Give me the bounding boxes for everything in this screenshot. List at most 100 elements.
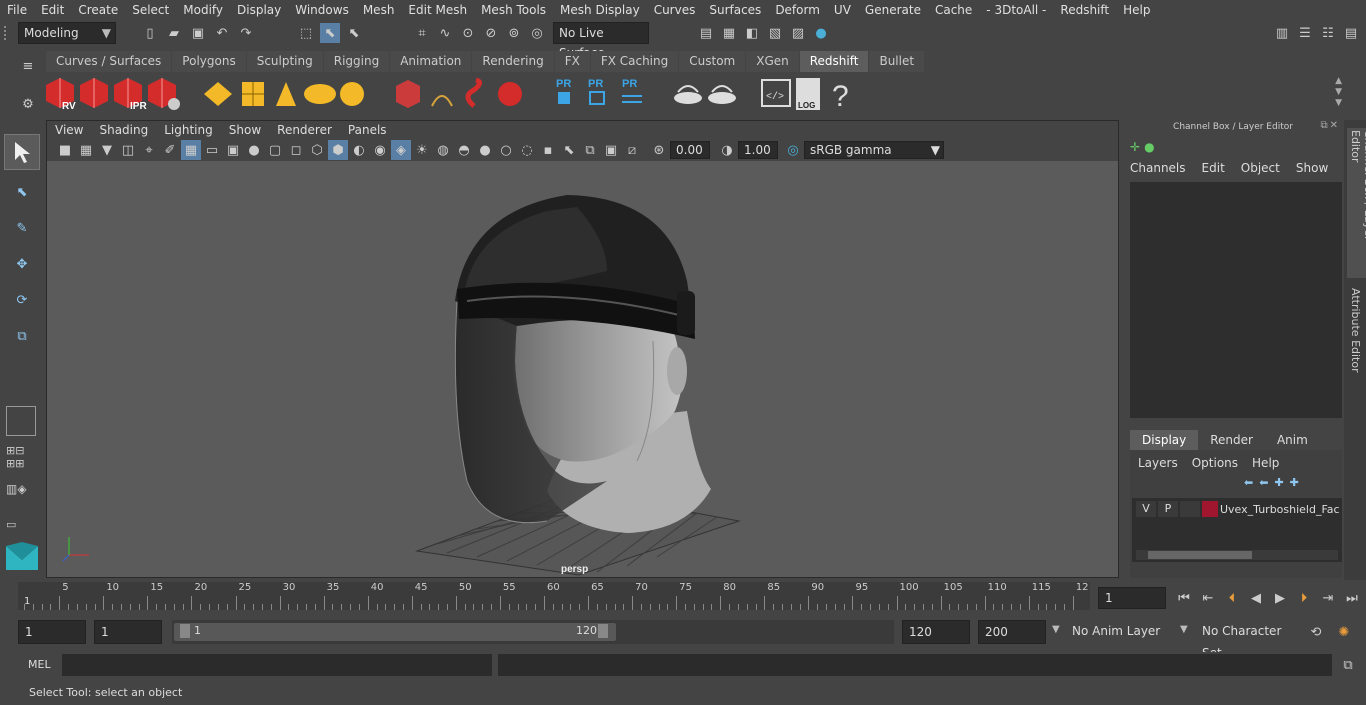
scene-end-field[interactable]: 200: [978, 620, 1046, 644]
select-object-icon[interactable]: ⬉: [320, 23, 340, 43]
menu-edit-mesh[interactable]: Edit Mesh: [401, 3, 474, 17]
snap-surface-icon[interactable]: ⊚: [504, 23, 524, 43]
chevron-down-icon[interactable]: ▼: [1052, 624, 1060, 635]
camera-select-icon[interactable]: ■: [55, 140, 75, 160]
range-handle-right[interactable]: [598, 624, 608, 638]
grid-toggle-icon[interactable]: ▦: [181, 140, 201, 160]
layer-display-type[interactable]: [1180, 501, 1200, 517]
safe-action-icon[interactable]: ▢: [265, 140, 285, 160]
tool-settings-icon[interactable]: ☷: [1318, 23, 1338, 43]
channels-list[interactable]: [1130, 182, 1342, 418]
redo-icon[interactable]: ↷: [236, 23, 256, 43]
new-layer-icon[interactable]: ✚: [1274, 476, 1283, 489]
menu-mesh[interactable]: Mesh: [356, 3, 402, 17]
wireframe-on-shaded-icon[interactable]: ◐: [349, 140, 369, 160]
color-management-icon[interactable]: ◎: [783, 140, 803, 160]
bookmark-icon[interactable]: ▼: [97, 140, 117, 160]
smooth-shade-icon[interactable]: ⬢: [328, 140, 348, 160]
viewport-menu-panels[interactable]: Panels: [340, 123, 395, 137]
paint-select-icon[interactable]: ✎: [10, 216, 34, 240]
anim-layer-dropdown[interactable]: No Anim Layer: [1066, 620, 1170, 644]
menu-create[interactable]: Create: [71, 3, 125, 17]
hypershade-icon[interactable]: ●: [811, 23, 831, 43]
step-back-frame-icon[interactable]: ⏴: [1222, 588, 1242, 608]
rotate-tool-icon[interactable]: ⟳: [10, 288, 34, 312]
snap-live-icon[interactable]: ◎: [527, 23, 547, 43]
chevron-down-icon[interactable]: ▼: [1180, 624, 1188, 635]
viewport-menu-renderer[interactable]: Renderer: [269, 123, 340, 137]
script-editor-icon[interactable]: ⧉: [1338, 655, 1358, 675]
gear-icon[interactable]: ⚙: [18, 94, 38, 114]
channelbox-menu-show[interactable]: Show: [1296, 161, 1328, 175]
close-icon[interactable]: ✕: [1330, 120, 1338, 131]
shelf-tab-custom[interactable]: Custom: [679, 51, 746, 72]
render-settings-icon[interactable]: ▤: [696, 23, 716, 43]
textured-icon[interactable]: ◉: [370, 140, 390, 160]
exposure-icon[interactable]: ⊛: [649, 140, 669, 160]
play-forward-icon[interactable]: ▶: [1270, 588, 1290, 608]
go-to-end-icon[interactable]: ⏭: [1342, 588, 1362, 608]
float-icon[interactable]: ⧉: [1320, 120, 1327, 131]
menu-help[interactable]: Help: [1116, 3, 1157, 17]
scene-start-field[interactable]: 1: [18, 620, 86, 644]
layer-playback-toggle[interactable]: P: [1158, 501, 1178, 517]
shelf-tab-polygons[interactable]: Polygons: [172, 51, 246, 72]
layer-menu-options[interactable]: Options: [1192, 456, 1238, 470]
two-sided-lighting-icon[interactable]: ⧄: [622, 140, 642, 160]
snap-curve-icon[interactable]: ∿: [435, 23, 455, 43]
proxy-icons[interactable]: PR PR PR: [550, 76, 660, 112]
script-language-label[interactable]: MEL: [28, 658, 51, 671]
select-tool-icon[interactable]: [4, 134, 40, 170]
open-scene-icon[interactable]: ▰: [164, 23, 184, 43]
snap-grid-icon[interactable]: ⌗: [412, 23, 432, 43]
grease-pencil-icon[interactable]: ✐: [160, 140, 180, 160]
redshift-render-icons[interactable]: RV IPR: [44, 76, 184, 114]
step-back-key-icon[interactable]: ⇤: [1198, 588, 1218, 608]
ambient-occlusion-icon[interactable]: ◍: [433, 140, 453, 160]
time-slider[interactable]: 1 5 10 15 20 25 30 35 40 45 50 55 60 65 70 75 80 85 90 95 1…: [18, 582, 1090, 610]
axis-icon[interactable]: ✛: [1130, 140, 1140, 154]
menu-edit[interactable]: Edit: [34, 3, 71, 17]
safe-title-icon[interactable]: ◻: [286, 140, 306, 160]
snap-point-icon[interactable]: ⊙: [458, 23, 478, 43]
shelf-scroll-arrows[interactable]: ▲ ▼ ▼: [1335, 76, 1342, 109]
frame-all-icon[interactable]: ⧉: [580, 140, 600, 160]
image-plane-icon[interactable]: ◫: [118, 140, 138, 160]
field-chart-icon[interactable]: ●: [244, 140, 264, 160]
four-pane-layout-icon[interactable]: ⊞⊟ ⊞⊞: [6, 444, 36, 472]
wireframe-icon[interactable]: ⬡: [307, 140, 327, 160]
viewport-menu-show[interactable]: Show: [221, 123, 269, 137]
attribute-editor-side-tab[interactable]: Attribute Editor: [1347, 286, 1364, 376]
exposure-field[interactable]: 0.00: [670, 141, 710, 159]
new-layer-selected-icon[interactable]: ✚: [1290, 476, 1299, 489]
menu-display[interactable]: Display: [230, 3, 288, 17]
channel-box-side-tab[interactable]: Channel Box / Layer Editor: [1347, 128, 1366, 278]
attribute-editor-icon[interactable]: ☰: [1295, 23, 1315, 43]
shelf-tab-fx[interactable]: FX: [554, 51, 590, 72]
colorspace-dropdown[interactable]: sRGB gamma ▼: [804, 141, 944, 159]
menu-generate[interactable]: Generate: [858, 3, 928, 17]
layer-visibility-toggle[interactable]: V: [1136, 501, 1156, 517]
auto-key-icon[interactable]: ⟲: [1306, 622, 1326, 642]
live-surface-field[interactable]: No Live Surface: [553, 22, 649, 60]
outliner-layout-icon[interactable]: ▭: [6, 518, 36, 532]
menu-deform[interactable]: Deform: [768, 3, 827, 17]
two-pane-layout-icon[interactable]: ▥◈: [6, 482, 36, 510]
new-scene-icon[interactable]: ▯: [140, 23, 160, 43]
xray-joints-icon[interactable]: ⬉: [559, 140, 579, 160]
menu-windows[interactable]: Windows: [288, 3, 356, 17]
menu-cache[interactable]: Cache: [928, 3, 979, 17]
layer-tab-render[interactable]: Render: [1198, 430, 1265, 450]
range-handle-left[interactable]: [180, 624, 190, 638]
isolate-select-icon[interactable]: ▪: [538, 140, 558, 160]
character-set-dropdown[interactable]: No Character Set: [1196, 620, 1298, 660]
redshift-object-icons[interactable]: [392, 76, 532, 112]
viewport-menu-lighting[interactable]: Lighting: [156, 123, 221, 137]
shadows-icon[interactable]: ☀: [412, 140, 432, 160]
menu-curves[interactable]: Curves: [647, 3, 703, 17]
antialias-icon[interactable]: ○: [496, 140, 516, 160]
playback-start-field[interactable]: 1: [94, 620, 162, 644]
xray-icon[interactable]: ◓: [454, 140, 474, 160]
go-to-start-icon[interactable]: ⏮: [1174, 588, 1194, 608]
menu-file[interactable]: File: [0, 3, 34, 17]
